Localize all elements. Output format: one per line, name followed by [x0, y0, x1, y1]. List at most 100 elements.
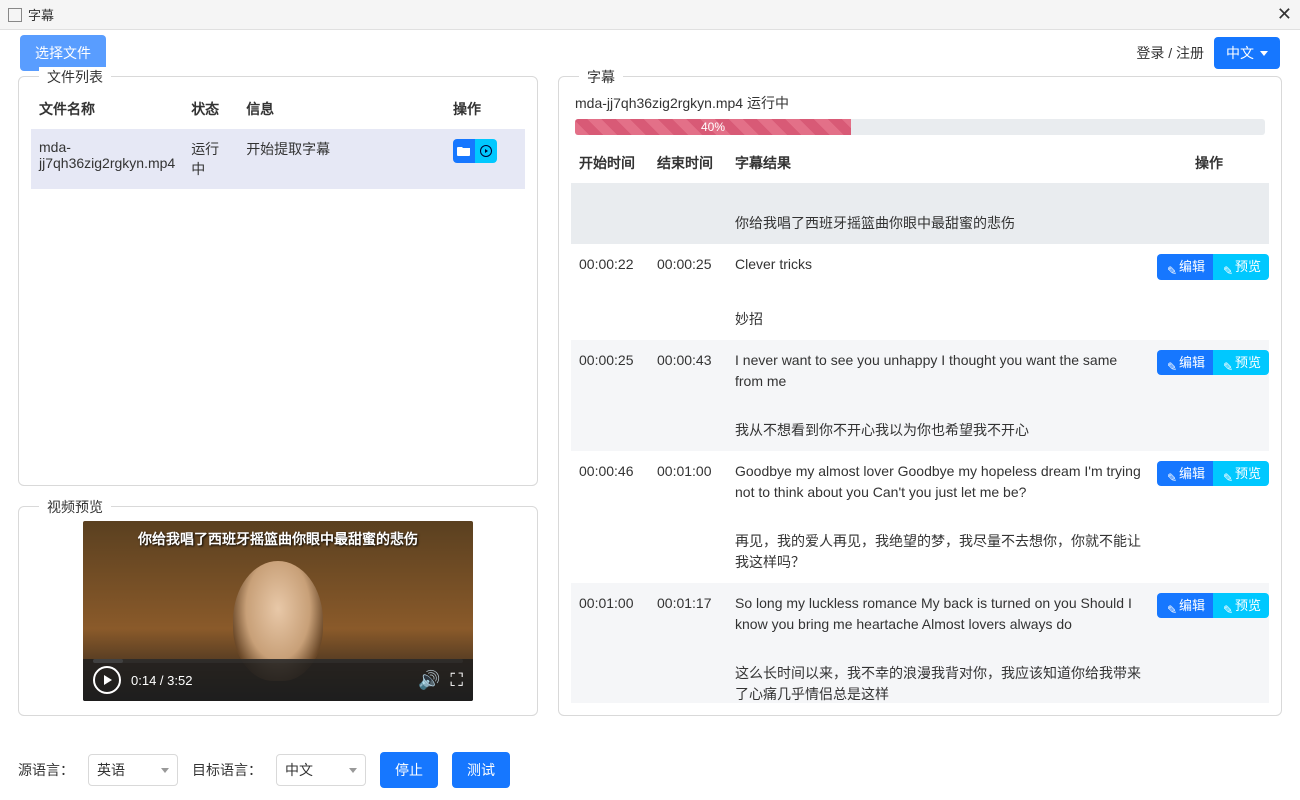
pencil-icon [1221, 261, 1233, 273]
sub-translation: 再见，我的爱人再见，我绝望的梦，我尽量不去想你，你就不能让我这样吗？ [727, 513, 1149, 583]
target-lang-value: 中文 [285, 760, 313, 780]
sub-end: 00:00:25 [649, 244, 727, 291]
sub-header-end: 结束时间 [649, 143, 727, 183]
close-icon[interactable]: ✕ [1277, 4, 1292, 25]
play-icon [104, 675, 112, 685]
pencil-icon [1165, 261, 1177, 273]
file-table: 文件名称 状态 信息 操作 mda-jj7qh36zig2rgkyn.mp4 运… [31, 89, 525, 189]
target-lang-select[interactable]: 中文 [276, 754, 366, 786]
video-preview-panel: 视频预览 你给我唱了西班牙摇篮曲你眼中最甜蜜的悲伤 0:14 / 3:52 🔊 … [18, 506, 538, 716]
preview-button[interactable]: 预览 [1213, 254, 1269, 280]
subtitle-row [571, 183, 1269, 203]
sub-header-action: 操作 [1149, 143, 1269, 183]
pencil-icon [1165, 468, 1177, 480]
sub-start [571, 183, 649, 203]
edit-button[interactable]: 编辑 [1157, 593, 1213, 619]
sub-start: 00:01:00 [571, 583, 649, 645]
file-header-action: 操作 [445, 89, 525, 129]
video-play-button[interactable] [93, 666, 121, 694]
test-button[interactable]: 测试 [452, 752, 510, 788]
play-circle-icon [480, 145, 492, 157]
file-row[interactable]: mda-jj7qh36zig2rgkyn.mp4 运行中 开始提取字幕 [31, 129, 525, 189]
subtitle-actions: 编辑预览 [1157, 461, 1269, 487]
sub-header-start: 开始时间 [571, 143, 649, 183]
sub-start: 00:00:22 [571, 244, 649, 291]
pencil-icon [1165, 357, 1177, 369]
stop-button[interactable]: 停止 [380, 752, 438, 788]
subtitle-translation-row: 再见，我的爱人再见，我绝望的梦，我尽量不去想你，你就不能让我这样吗？ [571, 513, 1269, 583]
file-name: mda-jj7qh36zig2rgkyn.mp4 [31, 129, 183, 189]
sub-translation: 你给我唱了西班牙摇篮曲你眼中最甜蜜的悲伤 [727, 203, 1149, 244]
edit-button[interactable]: 编辑 [1157, 461, 1213, 487]
sub-text: I never want to see you unhappy I though… [727, 340, 1149, 402]
sub-text: So long my luckless romance My back is t… [727, 583, 1149, 645]
language-button[interactable]: 中文 [1214, 37, 1280, 69]
subtitle-row: 00:00:2200:00:25Clever tricks 编辑预览 [571, 244, 1269, 291]
chevron-down-icon [161, 768, 169, 773]
source-lang-value: 英语 [97, 760, 125, 780]
sub-end: 00:00:43 [649, 340, 727, 402]
preview-button[interactable]: 预览 [1213, 350, 1269, 376]
subtitle-translation-row: 我从不想看到你不开心我以为你也希望我不开心 [571, 402, 1269, 451]
file-header-info: 信息 [238, 89, 445, 129]
file-list-legend: 文件列表 [39, 67, 111, 87]
video-preview-legend: 视频预览 [39, 497, 111, 517]
preview-button[interactable]: 预览 [1213, 593, 1269, 619]
sub-end [649, 183, 727, 203]
window-title: 字幕 [28, 5, 54, 24]
video-player[interactable]: 你给我唱了西班牙摇篮曲你眼中最甜蜜的悲伤 0:14 / 3:52 🔊 ⛶ [83, 521, 473, 701]
subtitle-translation-row: 这么长时间以来，我不幸的浪漫我背对你，我应该知道你给我带来了心痛几乎情侣总是这样 [571, 645, 1269, 703]
pencil-icon [1165, 600, 1177, 612]
subtitle-file-header: mda-jj7qh36zig2rgkyn.mp4 运行中 [575, 93, 1269, 113]
edit-button[interactable]: 编辑 [1157, 254, 1213, 280]
sub-start: 00:00:46 [571, 451, 649, 513]
file-header-name: 文件名称 [31, 89, 183, 129]
target-lang-label: 目标语言： [192, 760, 262, 780]
subtitle-panel: 字幕 mda-jj7qh36zig2rgkyn.mp4 运行中 40% 开始时间… [558, 76, 1282, 716]
subtitle-actions: 编辑预览 [1157, 593, 1269, 619]
progress-bar: 40% [575, 119, 1265, 135]
video-subtitle-overlay: 你给我唱了西班牙摇篮曲你眼中最甜蜜的悲伤 [83, 529, 473, 549]
sub-end: 00:01:17 [649, 583, 727, 645]
open-folder-button[interactable] [453, 139, 475, 163]
select-file-button[interactable]: 选择文件 [20, 35, 106, 71]
subtitle-row: 00:00:2500:00:43I never want to see you … [571, 340, 1269, 402]
subtitle-actions: 编辑预览 [1157, 350, 1269, 376]
source-lang-label: 源语言： [18, 760, 74, 780]
fullscreen-icon[interactable]: ⛶ [450, 670, 463, 691]
video-time: 0:14 / 3:52 [131, 673, 192, 688]
file-list-panel: 文件列表 文件名称 状态 信息 操作 mda-jj7qh36zig2rgkyn.… [18, 76, 538, 486]
preview-button[interactable]: 预览 [1213, 461, 1269, 487]
sub-translation: 妙招 [727, 291, 1149, 340]
window-titlebar: 字幕 ✕ [0, 0, 1300, 30]
progress-fill: 40% [575, 119, 851, 135]
pencil-icon [1221, 468, 1233, 480]
subtitle-translation-row: 妙招 [571, 291, 1269, 340]
pencil-icon [1221, 600, 1233, 612]
sub-end: 00:01:00 [649, 451, 727, 513]
volume-icon[interactable]: 🔊 [418, 670, 440, 691]
play-file-button[interactable] [475, 139, 497, 163]
language-label: 中文 [1226, 43, 1254, 63]
sub-text [727, 183, 1149, 203]
chevron-down-icon [1260, 51, 1268, 56]
sub-text: Clever tricks [727, 244, 1149, 291]
subtitle-table: 开始时间 结束时间 字幕结果 操作 你给我唱了西班牙摇篮曲你眼中最甜蜜的悲伤00… [571, 143, 1269, 703]
bottom-bar: 源语言： 英语 目标语言： 中文 停止 测试 [18, 752, 1282, 788]
file-header-status: 状态 [183, 89, 238, 129]
subtitle-actions: 编辑预览 [1157, 254, 1269, 280]
subtitle-row: 00:00:4600:01:00Goodbye my almost lover … [571, 451, 1269, 513]
pencil-icon [1221, 357, 1233, 369]
chevron-down-icon [349, 768, 357, 773]
subtitle-translation-row: 你给我唱了西班牙摇篮曲你眼中最甜蜜的悲伤 [571, 203, 1269, 244]
signin-link[interactable]: 登录 / 注册 [1136, 43, 1204, 63]
app-icon [8, 8, 22, 22]
file-info: 开始提取字幕 [238, 129, 445, 189]
video-controls: 0:14 / 3:52 🔊 ⛶ [83, 659, 473, 701]
sub-translation: 我从不想看到你不开心我以为你也希望我不开心 [727, 402, 1149, 451]
toolbar: 选择文件 登录 / 注册 中文 [0, 30, 1300, 76]
subtitle-legend: 字幕 [579, 67, 623, 87]
sub-start: 00:00:25 [571, 340, 649, 402]
source-lang-select[interactable]: 英语 [88, 754, 178, 786]
edit-button[interactable]: 编辑 [1157, 350, 1213, 376]
